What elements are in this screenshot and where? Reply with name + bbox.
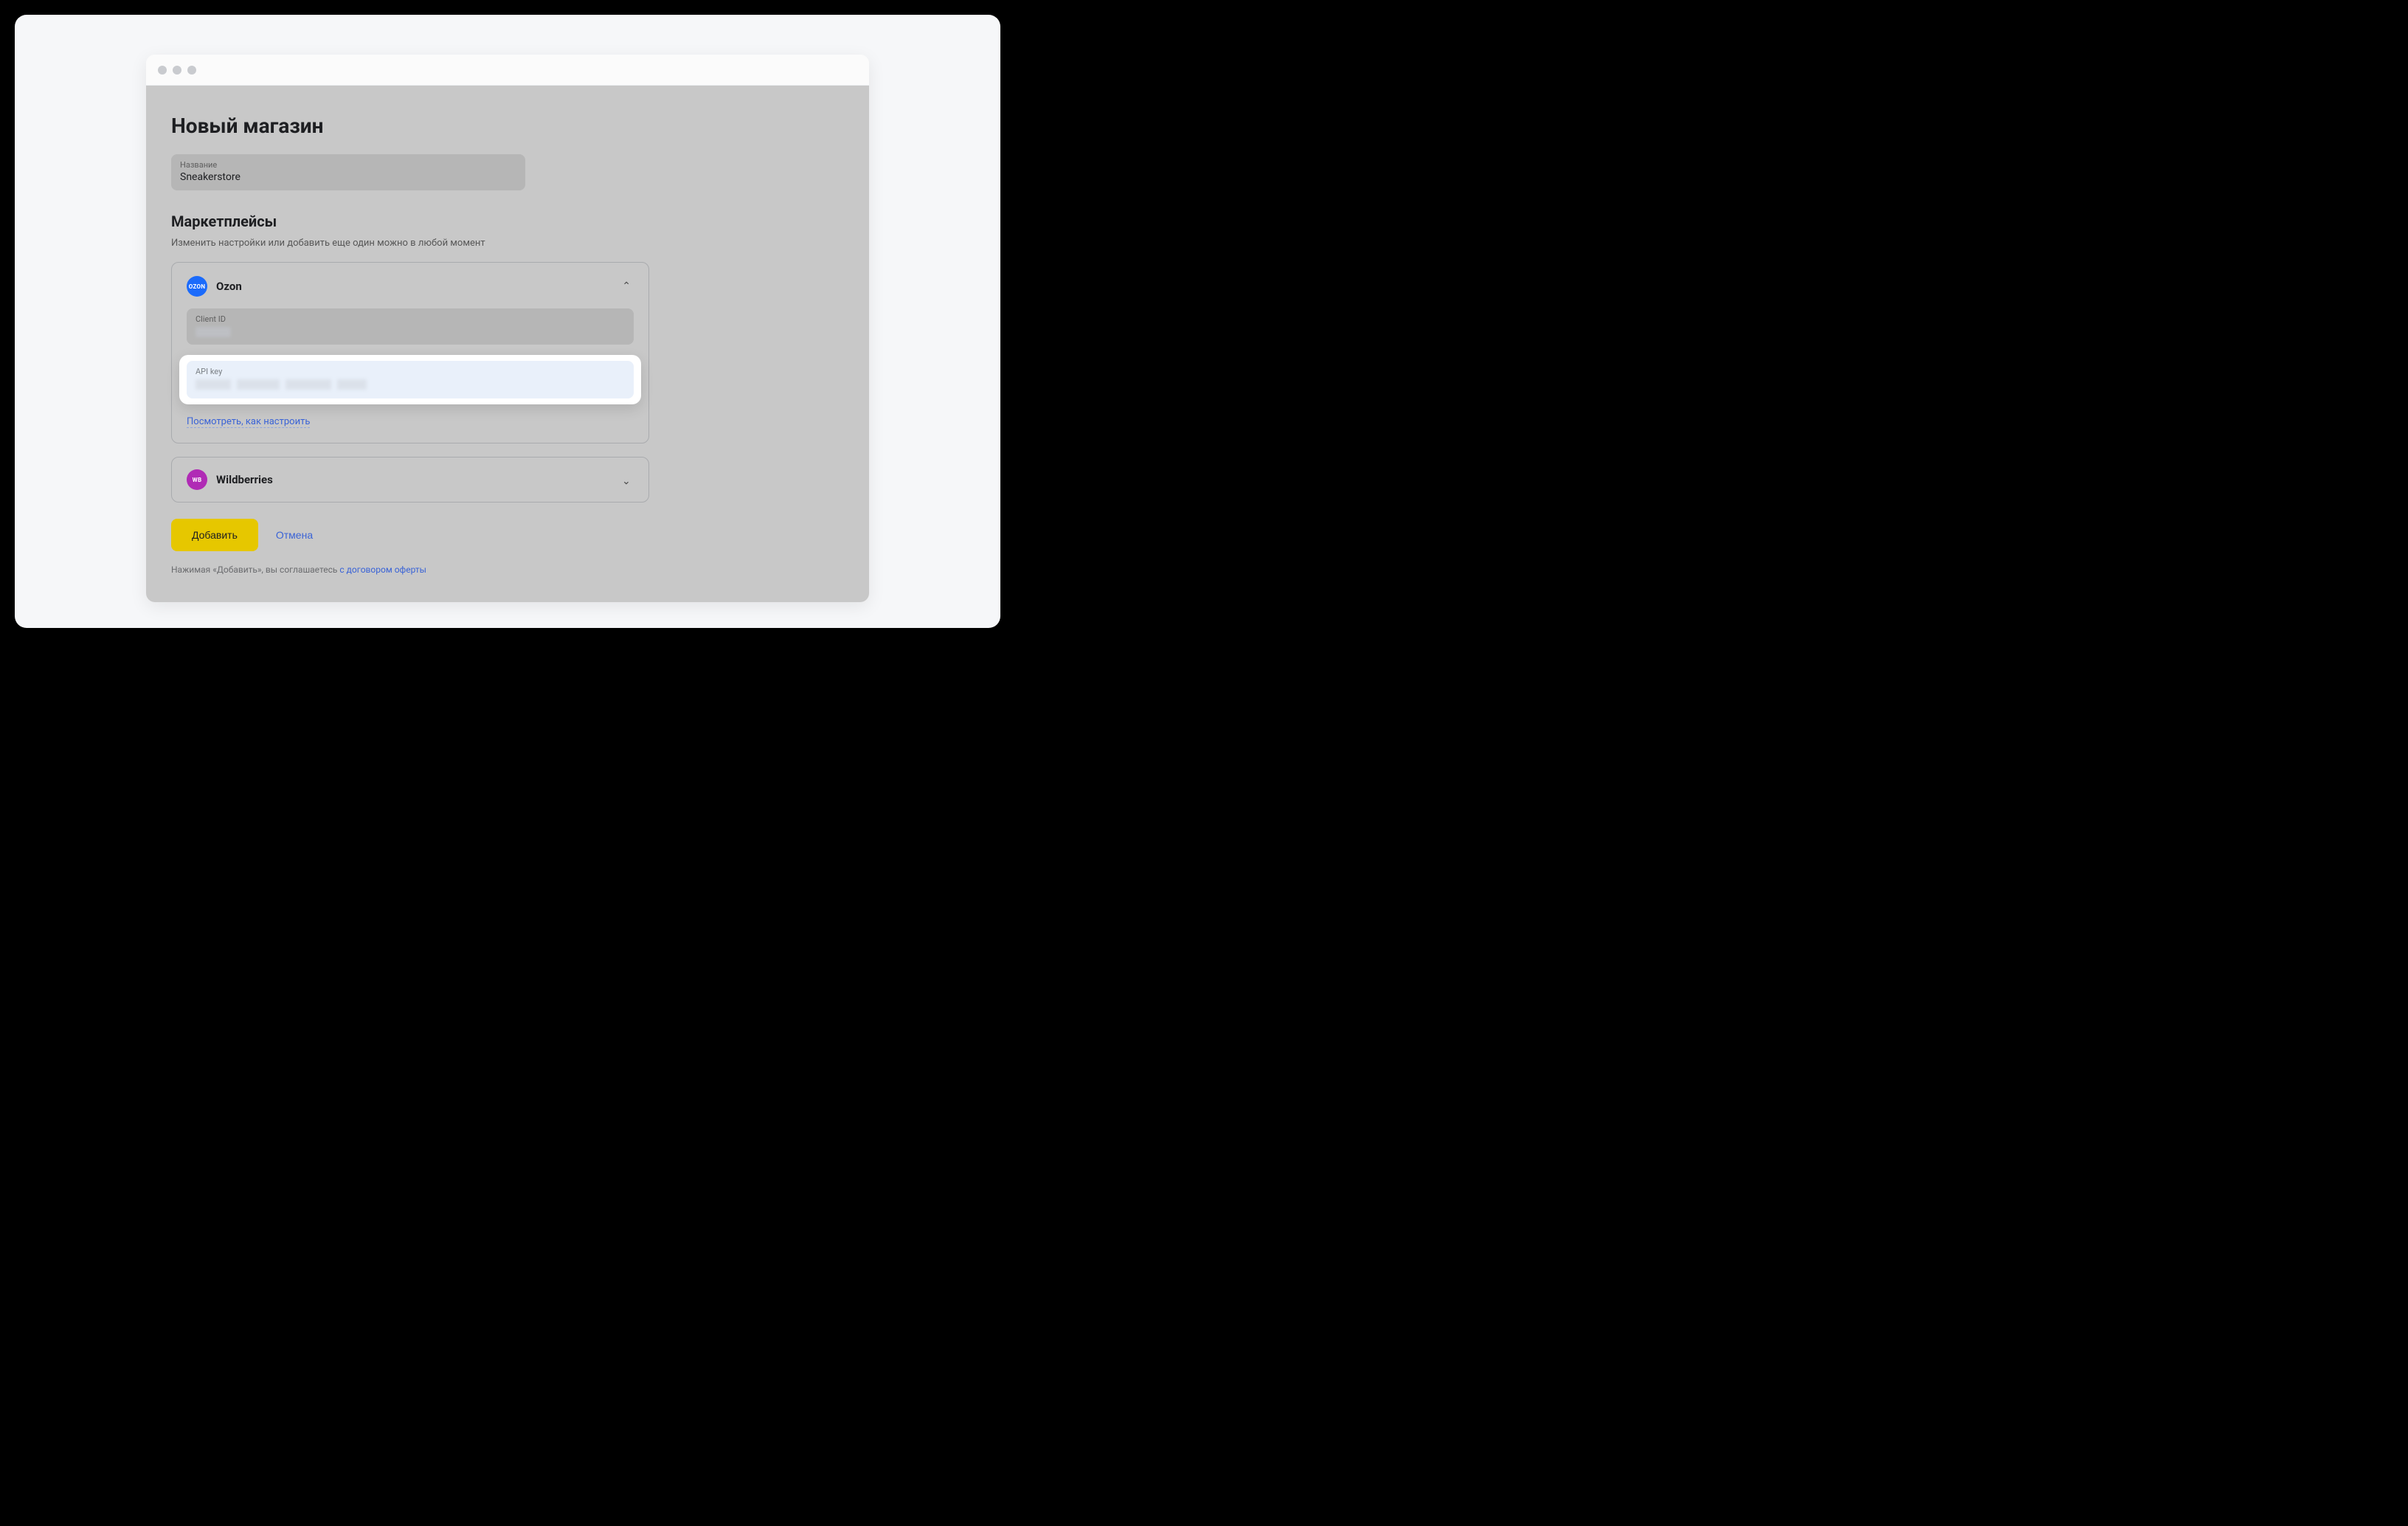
traffic-light-zoom[interactable] bbox=[187, 66, 196, 75]
marketplaces-section-subtitle: Изменить настройки или добавить еще один… bbox=[171, 238, 844, 249]
marketplace-card-ozon: OZON Ozon ⌃ Client ID API key bbox=[171, 262, 649, 443]
client-id-label: Client ID bbox=[196, 314, 625, 324]
browser-window: Новый магазин Название Sneakerstore Марк… bbox=[146, 55, 869, 602]
setup-help-link[interactable]: Посмотреть, как настроить bbox=[187, 416, 310, 428]
marketplace-name-wb: Wildberries bbox=[216, 473, 613, 486]
api-key-highlight: API key bbox=[179, 355, 641, 404]
chevron-up-icon: ⌃ bbox=[622, 280, 631, 292]
disclaimer-prefix: Нажимая «Добавить», вы соглашаетесь bbox=[171, 565, 339, 575]
page-content: Новый магазин Название Sneakerstore Марк… bbox=[146, 86, 869, 602]
chevron-down-icon: ⌃ bbox=[622, 474, 631, 486]
store-name-input[interactable]: Название Sneakerstore bbox=[171, 154, 525, 190]
client-id-input[interactable]: Client ID bbox=[187, 308, 634, 345]
api-key-label: API key bbox=[196, 367, 625, 376]
marketplace-card-wb: WB Wildberries ⌃ bbox=[171, 457, 649, 503]
marketplaces-section-title: Маркетплейсы bbox=[171, 213, 844, 230]
client-id-value-redacted bbox=[196, 327, 231, 337]
cancel-button[interactable]: Отмена bbox=[276, 529, 313, 541]
ozon-logo-icon: OZON bbox=[187, 276, 207, 297]
page-title: Новый магазин bbox=[171, 114, 844, 138]
api-key-input[interactable]: API key bbox=[187, 361, 634, 398]
api-key-value-redacted bbox=[196, 379, 625, 390]
traffic-light-close[interactable] bbox=[158, 66, 167, 75]
page-backdrop: Новый магазин Название Sneakerstore Марк… bbox=[15, 15, 1000, 628]
marketplace-toggle-wb[interactable]: WB Wildberries ⌃ bbox=[187, 469, 634, 490]
disclaimer-text: Нажимая «Добавить», вы соглашаетесь с до… bbox=[171, 565, 844, 575]
marketplace-name-ozon: Ozon bbox=[216, 280, 613, 293]
offer-agreement-link[interactable]: с договором оферты bbox=[339, 565, 426, 575]
action-buttons: Добавить Отмена bbox=[171, 519, 844, 551]
traffic-light-minimize[interactable] bbox=[173, 66, 181, 75]
store-name-label: Название bbox=[180, 160, 516, 170]
wb-logo-icon: WB bbox=[187, 469, 207, 490]
window-titlebar bbox=[146, 55, 869, 86]
marketplace-toggle-ozon[interactable]: OZON Ozon ⌃ bbox=[187, 276, 634, 297]
add-button[interactable]: Добавить bbox=[171, 519, 258, 551]
store-name-value: Sneakerstore bbox=[180, 171, 516, 183]
